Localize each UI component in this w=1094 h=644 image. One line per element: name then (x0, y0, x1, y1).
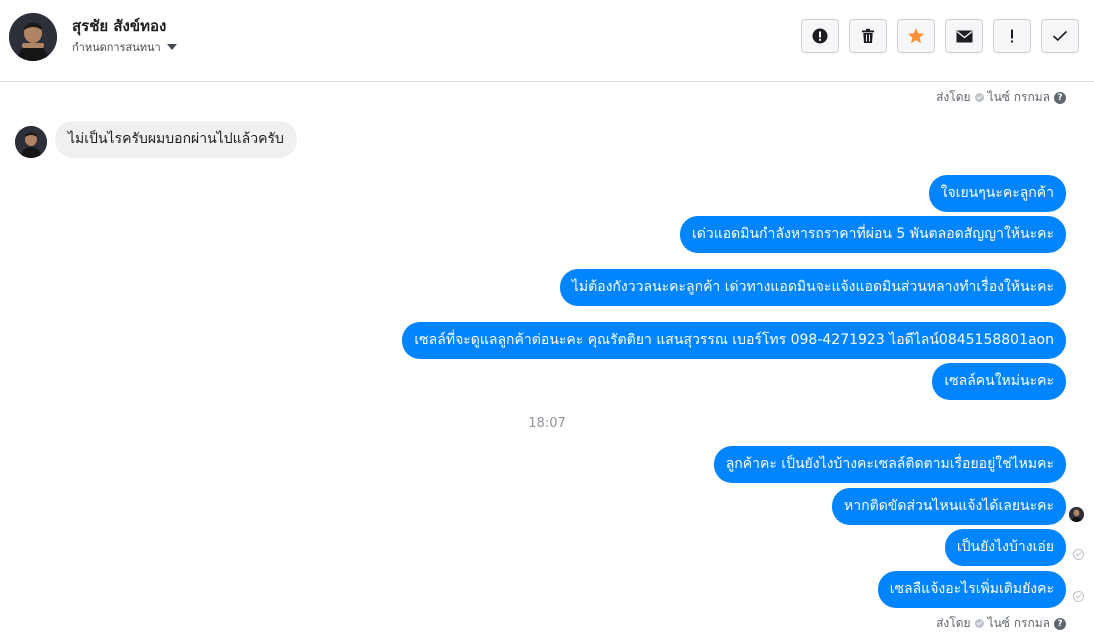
conversation-header: สุรชัย สังข์ทอง กำหนดการสนทนา (0, 0, 1094, 82)
outgoing-message[interactable]: หากติดขัดส่วนไหนแจ้งได้เลยนะคะ (832, 488, 1066, 525)
outgoing-message[interactable]: ใจเยนๆนะคะลูกค้า (928, 175, 1066, 212)
verified-icon (974, 619, 984, 628)
outgoing-message[interactable]: เป็นยังไงบ้างเอ่ย (944, 529, 1066, 566)
follow-up-button[interactable] (993, 19, 1031, 53)
help-icon[interactable]: ? (1054, 91, 1066, 104)
outgoing-message[interactable]: ไม่ต้องกังววลนะคะลูกค้า เด่วทางแอดมินจะแ… (559, 269, 1066, 306)
caret-down-icon (166, 44, 177, 50)
mark-done-button[interactable] (1041, 19, 1079, 53)
verified-icon (974, 93, 984, 102)
timestamp-divider: 18:07 (528, 416, 566, 431)
contact-name: สุรชัย สังข์ทอง (72, 17, 167, 35)
mark-unread-button[interactable] (945, 19, 983, 53)
star-icon (908, 28, 924, 44)
alert-circle-icon (812, 28, 828, 44)
incoming-message[interactable]: ไม่เป็นไรครับผมบอกผ่านไปแล้วครับ (55, 121, 297, 158)
delivered-icon (1073, 591, 1084, 602)
exclamation-icon (1011, 29, 1013, 43)
star-button[interactable] (897, 19, 935, 53)
sent-by-meta-top: ส่งโดย ไนซ์ กรกมล ? (936, 88, 1066, 107)
trash-icon (862, 28, 874, 43)
delivered-icon (1073, 549, 1084, 560)
agent-name: ไนซ์ กรกมล (987, 616, 1050, 630)
assignment-label: กำหนดการสนทนา (72, 41, 161, 54)
outgoing-message[interactable]: ลูกค้าคะ เป็นยังไงบ้างคะเซลล์ติดตามเรื่อ… (713, 446, 1066, 483)
outgoing-message[interactable]: เด่วแอดมินกำลังหารถราคาที่ผ่อน 5 พันตลอด… (680, 216, 1066, 253)
mark-spam-button[interactable] (801, 19, 839, 53)
envelope-icon (956, 30, 972, 42)
conversation-assignment[interactable]: กำหนดการสนทนา (72, 38, 177, 56)
sender-avatar[interactable] (15, 126, 47, 158)
check-icon (1052, 30, 1068, 42)
outgoing-message[interactable]: เซลลืแจ้งอะไรเพิ่มเติมยังคะ (877, 571, 1066, 608)
sent-by-meta-bottom: ส่งโดย ไนซ์ กรกมล ? (936, 614, 1066, 633)
sent-by-label: ส่งโดย (936, 90, 971, 104)
contact-avatar[interactable] (9, 13, 57, 61)
outgoing-message[interactable]: เซลล์ที่จะดูแลลูกค้าต่อนะคะ คุณรัตติยา แ… (402, 322, 1066, 359)
outgoing-message[interactable]: เซลล์คนใหม่นะคะ (932, 363, 1066, 400)
agent-name: ไนซ์ กรกมล (987, 90, 1050, 104)
seen-avatar (1069, 507, 1084, 522)
delete-button[interactable] (849, 19, 887, 53)
help-icon[interactable]: ? (1054, 617, 1066, 630)
sent-by-label: ส่งโดย (936, 616, 971, 630)
